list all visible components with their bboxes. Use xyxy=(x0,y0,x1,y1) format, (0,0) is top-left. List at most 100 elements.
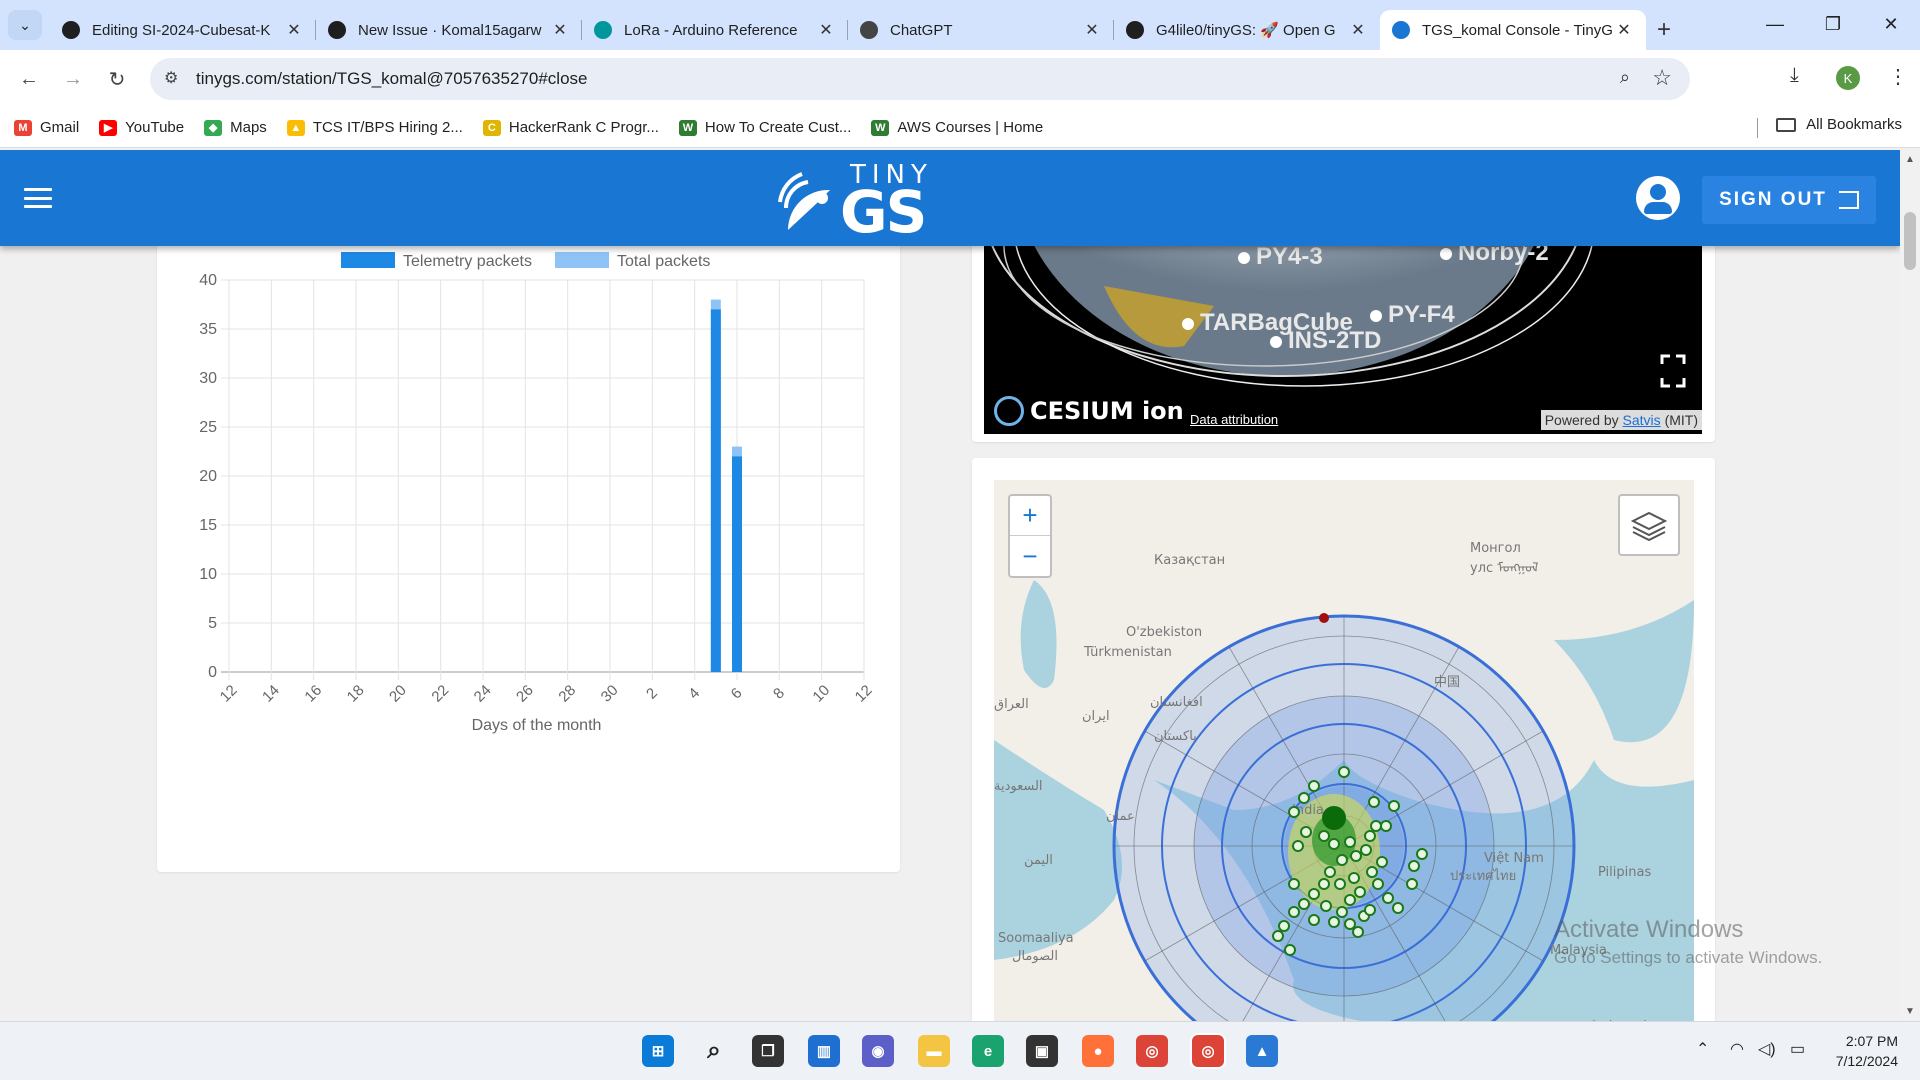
url-text[interactable]: tinygs.com/station/TGS_komal@7057635270#… xyxy=(196,69,587,89)
satellite-dot[interactable] xyxy=(1270,336,1282,348)
close-window-button[interactable]: ✕ xyxy=(1862,0,1920,48)
new-tab-button[interactable]: + xyxy=(1646,10,1682,50)
widgets-icon[interactable]: ▥ xyxy=(808,1035,840,1067)
profile-avatar[interactable]: K xyxy=(1836,66,1860,90)
scroll-down-icon[interactable]: ▼ xyxy=(1905,1006,1915,1017)
menu-dots-icon[interactable]: ⋮ xyxy=(1888,64,1908,89)
packet-marker[interactable] xyxy=(1324,866,1336,878)
bookmark-item[interactable]: ▲ TCS IT/BPS Hiring 2... xyxy=(286,119,463,136)
packet-marker[interactable] xyxy=(1350,850,1362,862)
bookmark-item[interactable]: M Gmail xyxy=(14,119,79,136)
browser-tab[interactable]: LoRa - Arduino Reference ✕ xyxy=(582,10,848,50)
layers-button[interactable] xyxy=(1618,494,1680,556)
volume-icon[interactable]: ◁) xyxy=(1758,1039,1776,1059)
tray-chevron-icon[interactable]: ⌃ xyxy=(1696,1039,1709,1059)
tinygs-logo[interactable]: TINY GS xyxy=(778,158,948,246)
packet-marker[interactable] xyxy=(1336,854,1348,866)
packet-marker[interactable] xyxy=(1392,902,1404,914)
packet-marker[interactable] xyxy=(1288,906,1300,918)
packet-marker[interactable] xyxy=(1382,892,1394,904)
packet-marker[interactable] xyxy=(1318,830,1330,842)
firefox-icon[interactable]: ● xyxy=(1082,1035,1114,1067)
tab-close-icon[interactable]: ✕ xyxy=(816,20,836,40)
satellite-dot[interactable] xyxy=(1238,252,1250,264)
site-info-icon[interactable]: ⚙ xyxy=(164,68,178,88)
back-button[interactable]: ← xyxy=(14,64,44,94)
zoom-icon[interactable]: ⌕ xyxy=(1620,67,1630,88)
cesium-logo[interactable]: CESIUM ion xyxy=(994,396,1184,426)
packet-marker[interactable] xyxy=(1334,878,1346,890)
packet-marker[interactable] xyxy=(1328,838,1340,850)
packet-marker[interactable] xyxy=(1380,820,1392,832)
packet-marker[interactable] xyxy=(1272,930,1284,942)
browser-tab[interactable]: G4lile0/tinyGS: 🚀 Open G ✕ xyxy=(1114,10,1380,50)
packet-marker[interactable] xyxy=(1366,866,1378,878)
bookmark-star-icon[interactable]: ☆ xyxy=(1652,65,1672,91)
bookmark-item[interactable]: ▶ YouTube xyxy=(99,119,184,136)
bookmark-item[interactable]: W AWS Courses | Home xyxy=(871,119,1043,136)
forward-button[interactable]: → xyxy=(58,64,88,94)
packet-marker[interactable] xyxy=(1288,806,1300,818)
packet-marker[interactable] xyxy=(1352,926,1364,938)
scrollbar-thumb[interactable] xyxy=(1904,212,1916,270)
packet-marker[interactable] xyxy=(1336,906,1348,918)
chrome-icon[interactable]: ◎ xyxy=(1136,1035,1168,1067)
satellite-dot[interactable] xyxy=(1182,318,1194,330)
packet-marker[interactable] xyxy=(1308,888,1320,900)
chrome-profile-icon[interactable]: ◎ xyxy=(1192,1035,1224,1067)
packet-marker[interactable] xyxy=(1376,856,1388,868)
browser-tab[interactable]: ChatGPT ✕ xyxy=(848,10,1114,50)
packet-marker[interactable] xyxy=(1298,898,1310,910)
packet-marker[interactable] xyxy=(1308,780,1320,792)
search-icon[interactable]: ⌕ xyxy=(698,1035,730,1067)
packet-marker[interactable] xyxy=(1344,894,1356,906)
battery-icon[interactable]: ▭ xyxy=(1790,1039,1805,1059)
zoom-out-button[interactable]: − xyxy=(1010,536,1050,576)
packet-marker[interactable] xyxy=(1338,766,1350,778)
browser-tab[interactable]: TGS_komal Console - TinyG ✕ xyxy=(1380,10,1646,50)
bookmark-item[interactable]: ◆ Maps xyxy=(204,119,267,136)
packet-marker[interactable] xyxy=(1408,860,1420,872)
bookmark-item[interactable]: C HackerRank C Progr... xyxy=(482,119,659,136)
tab-close-icon[interactable]: ✕ xyxy=(284,20,304,40)
sign-out-button[interactable]: SIGN OUT xyxy=(1702,176,1876,224)
packet-marker[interactable] xyxy=(1328,916,1340,928)
packet-marker[interactable] xyxy=(1372,878,1384,890)
packet-marker[interactable] xyxy=(1320,900,1332,912)
packet-marker[interactable] xyxy=(1368,796,1380,808)
address-bar[interactable]: ⚙ tinygs.com/station/TGS_komal@705763527… xyxy=(150,58,1690,100)
reload-button[interactable]: ↻ xyxy=(102,64,132,94)
download-icon[interactable]: ⤓ xyxy=(1790,64,1799,87)
zoom-in-button[interactable]: + xyxy=(1010,496,1050,536)
packet-marker[interactable] xyxy=(1364,904,1376,916)
photos-icon[interactable]: ▲ xyxy=(1246,1035,1278,1067)
packet-marker[interactable] xyxy=(1370,820,1382,832)
minimize-button[interactable]: — xyxy=(1746,0,1804,48)
edge-icon[interactable]: e xyxy=(972,1035,1004,1067)
restore-button[interactable]: ❐ xyxy=(1804,0,1862,48)
chat-icon[interactable]: ◉ xyxy=(862,1035,894,1067)
packet-marker[interactable] xyxy=(1292,840,1304,852)
store-icon[interactable]: ▣ xyxy=(1026,1035,1058,1067)
page-scrollbar[interactable]: ▲ ▼ xyxy=(1900,150,1920,1021)
data-attribution-link[interactable]: Data attribution xyxy=(1190,412,1278,427)
packet-marker[interactable] xyxy=(1360,844,1372,856)
packet-marker[interactable] xyxy=(1344,918,1356,930)
station-marker[interactable] xyxy=(1319,613,1329,623)
packet-marker[interactable] xyxy=(1300,826,1312,838)
browser-tab[interactable]: New Issue · Komal15agarw ✕ xyxy=(316,10,582,50)
packet-marker[interactable] xyxy=(1354,886,1366,898)
packet-marker[interactable] xyxy=(1284,944,1296,956)
task-view-icon[interactable]: ❐ xyxy=(752,1035,784,1067)
packet-marker[interactable] xyxy=(1344,836,1356,848)
packet-marker[interactable] xyxy=(1278,920,1290,932)
file-explorer-icon[interactable]: ▬ xyxy=(918,1035,950,1067)
tab-close-icon[interactable]: ✕ xyxy=(550,20,570,40)
browser-tab[interactable]: Editing SI-2024-Cubesat-K ✕ xyxy=(50,10,316,50)
satellite-dot[interactable] xyxy=(1440,248,1452,260)
scroll-up-icon[interactable]: ▲ xyxy=(1905,154,1915,165)
hamburger-menu-icon[interactable] xyxy=(24,188,52,208)
packet-marker[interactable] xyxy=(1416,848,1428,860)
all-bookmarks-button[interactable]: All Bookmarks xyxy=(1776,116,1902,133)
tab-close-icon[interactable]: ✕ xyxy=(1614,20,1634,40)
